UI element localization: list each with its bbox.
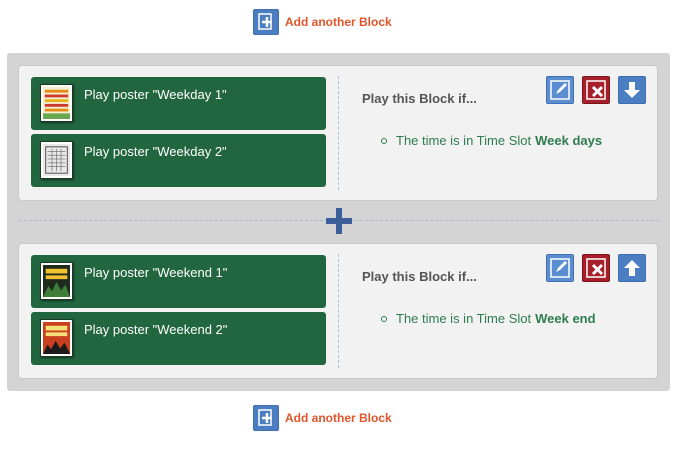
add-block-icon xyxy=(253,9,279,35)
delete-icon xyxy=(586,258,606,278)
delete-block-button[interactable] xyxy=(582,76,610,104)
add-block-label: Add another Block xyxy=(285,411,392,425)
poster-thumbnail-icon xyxy=(40,319,73,357)
condition-title: Play this Block if... xyxy=(362,91,477,106)
arrow-up-icon xyxy=(624,260,640,276)
edit-block-button[interactable] xyxy=(546,254,574,282)
edit-icon xyxy=(550,258,570,278)
poster-weekend-1[interactable]: Play poster "Weekend 1" xyxy=(31,255,326,308)
condition-slot: Week days xyxy=(535,133,603,148)
add-block-icon xyxy=(253,405,279,431)
edit-block-button[interactable] xyxy=(546,76,574,104)
edit-icon xyxy=(550,80,570,100)
condition-item: The time is in Time Slot Week days xyxy=(381,133,602,148)
vertical-divider xyxy=(338,76,339,190)
block-weekend: Play poster "Weekend 1" Play poster "Wee… xyxy=(18,243,658,379)
add-another-block-bottom[interactable]: Add another Block xyxy=(253,405,392,431)
condition-item: The time is in Time Slot Week end xyxy=(381,311,596,326)
bullet-icon xyxy=(381,315,387,322)
poster-thumbnail-icon xyxy=(40,84,73,122)
poster-label: Play poster "Weekend 1" xyxy=(84,265,228,280)
plus-icon[interactable] xyxy=(326,208,352,234)
move-down-button[interactable] xyxy=(618,76,646,104)
poster-thumbnail-icon xyxy=(40,141,73,179)
poster-weekend-2[interactable]: Play poster "Weekend 2" xyxy=(31,312,326,365)
blocks-container: Play poster "Weekday 1" Play poster "Wee… xyxy=(7,53,670,391)
poster-weekday-1[interactable]: Play poster "Weekday 1" xyxy=(31,77,326,130)
add-block-label: Add another Block xyxy=(285,15,392,29)
move-up-button[interactable] xyxy=(618,254,646,282)
vertical-divider xyxy=(338,254,339,368)
delete-icon xyxy=(586,80,606,100)
condition-text: The time is in Time Slot xyxy=(396,311,532,326)
poster-label: Play poster "Weekday 2" xyxy=(84,144,227,159)
delete-block-button[interactable] xyxy=(582,254,610,282)
add-another-block-top[interactable]: Add another Block xyxy=(253,9,392,35)
bullet-icon xyxy=(381,137,387,144)
condition-slot: Week end xyxy=(535,311,596,326)
poster-weekday-2[interactable]: Play poster "Weekday 2" xyxy=(31,134,326,187)
arrow-down-icon xyxy=(624,82,640,98)
poster-thumbnail-icon xyxy=(40,262,73,300)
condition-title: Play this Block if... xyxy=(362,269,477,284)
block-weekday: Play poster "Weekday 1" Play poster "Wee… xyxy=(18,65,658,201)
condition-text: The time is in Time Slot xyxy=(396,133,532,148)
poster-label: Play poster "Weekend 2" xyxy=(84,322,228,337)
poster-label: Play poster "Weekday 1" xyxy=(84,87,227,102)
